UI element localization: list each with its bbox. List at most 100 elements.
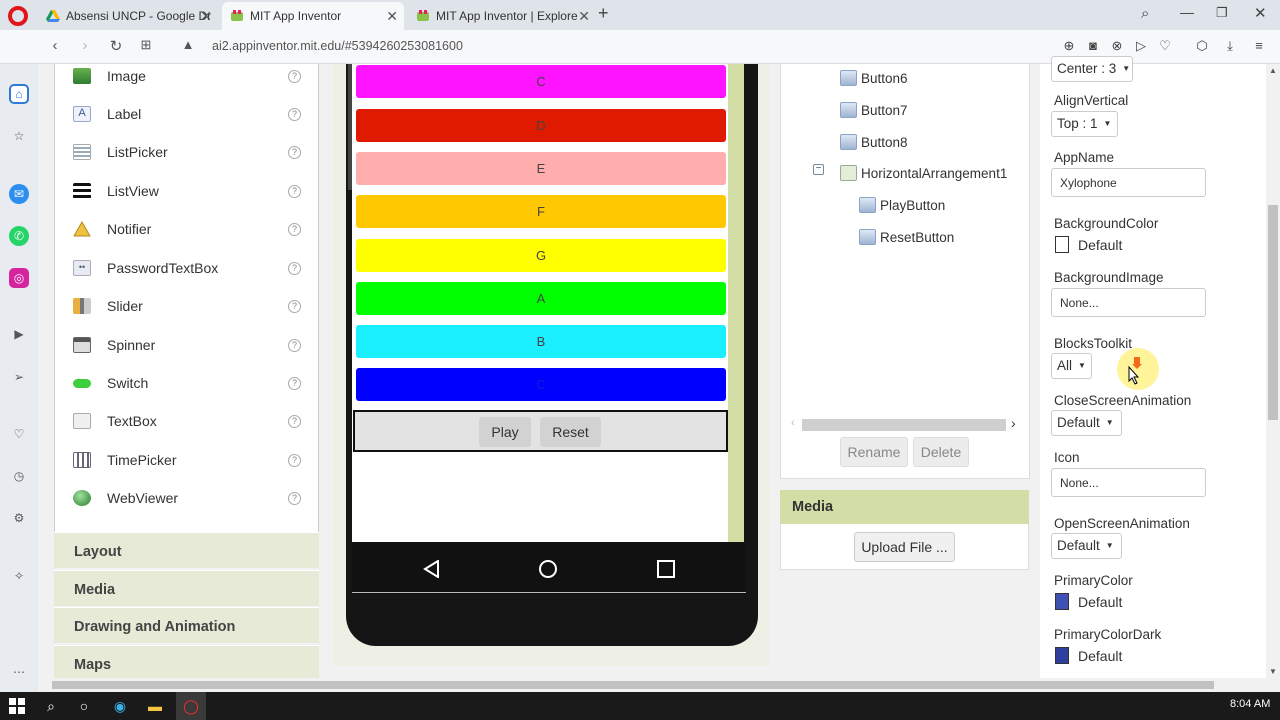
edge-icon[interactable]: ◉ [111,697,129,715]
player-icon[interactable]: ▶ [9,324,29,344]
palette-item-spinner[interactable]: Spinner ? [55,326,320,364]
scroll-up-icon[interactable]: ▲ [1269,66,1277,75]
vertical-scroll-thumb[interactable] [1268,205,1278,420]
tree-item-resetbutton[interactable]: ResetButton [859,229,954,245]
opera-logo-icon[interactable] [8,6,28,26]
help-icon[interactable]: ? [288,69,301,83]
help-icon[interactable]: ? [288,491,301,505]
snapshot-icon[interactable]: ◙ [1085,38,1101,54]
note-button-f[interactable]: F [356,195,726,228]
tree-item-button7[interactable]: Button7 [840,102,908,118]
opera-taskbar-icon[interactable]: ◯ [182,697,200,715]
tips-bulb-icon[interactable]: ✧ [9,566,29,586]
help-icon[interactable]: ? [288,414,301,428]
reset-button[interactable]: Reset [540,417,601,447]
close-tab-icon[interactable]: ✕ [386,8,398,25]
tree-item-button6[interactable]: Button6 [840,70,908,86]
palette-category-layout[interactable]: Layout [54,532,319,568]
note-button-high-c[interactable]: C [356,368,726,401]
primary-color-dark-picker[interactable]: Default [1055,647,1122,664]
android-recents-icon[interactable] [657,560,675,578]
file-explorer-icon[interactable]: ▬ [146,697,164,715]
search-tabs-icon[interactable]: ⌕ [1141,5,1149,22]
url-field[interactable]: ai2.appinventor.mit.edu/#539426025308160… [212,39,463,53]
flow-send-icon[interactable]: ➢ [9,367,29,387]
bookmarks-heart-icon[interactable]: ♡ [9,424,29,444]
help-icon[interactable]: ? [288,261,301,275]
forward-icon[interactable]: › [75,37,95,54]
menu-icon[interactable]: ≡ [1251,38,1267,54]
tree-item-button8[interactable]: Button8 [840,134,908,150]
icon-field[interactable]: None... [1051,468,1206,497]
speed-dial-sidebar-icon[interactable]: ☆ [9,126,29,146]
upload-file-button[interactable]: Upload File ... [854,532,955,562]
more-dots-icon[interactable]: ⋯ [9,662,29,682]
palette-item-textbox[interactable]: TextBox ? [55,402,320,440]
palette-category-maps[interactable]: Maps [54,645,319,678]
note-button-c[interactable]: C [356,65,726,98]
close-tab-icon[interactable]: ✕ [200,8,212,25]
scroll-left-icon[interactable]: ‹ [791,417,795,429]
app-name-field[interactable]: Xylophone [1051,168,1206,197]
search-icon[interactable]: ⌕ [42,697,60,715]
help-icon[interactable]: ? [288,453,301,467]
palette-item-label[interactable]: A Label ? [55,95,320,133]
reload-icon[interactable]: ↻ [106,37,126,55]
horizontal-scroll-thumb[interactable] [52,681,1214,689]
minimize-icon[interactable]: — [1180,4,1194,20]
palette-item-listpicker[interactable]: ListPicker ? [55,133,320,171]
palette-item-passwordtextbox[interactable]: •• PasswordTextBox ? [55,249,320,287]
warning-icon[interactable]: ▲ [178,37,198,52]
restore-icon[interactable]: ❐ [1216,5,1228,21]
bookmark-heart-icon[interactable]: ♡ [1157,38,1173,54]
palette-item-switch[interactable]: Switch ? [55,364,320,402]
tree-horizontal-scrollbar[interactable] [802,419,1006,431]
help-icon[interactable]: ? [288,299,301,313]
palette-item-timepicker[interactable]: TimePicker ? [55,441,320,479]
windows-start-icon[interactable] [8,697,26,715]
blocks-toolkit-dropdown[interactable]: All ▼ [1051,353,1092,379]
help-icon[interactable]: ? [288,222,301,236]
speed-dial-icon[interactable]: ⊞ [136,37,156,53]
home-icon[interactable]: ⌂ [9,84,29,104]
palette-item-webviewer[interactable]: WebViewer ? [55,479,320,517]
primary-color-picker[interactable]: Default [1055,593,1122,610]
close-animation-dropdown[interactable]: Default ▼ [1051,410,1122,436]
tab-explore[interactable]: MIT App Inventor | Explore ✕ [408,2,596,30]
scroll-right-icon[interactable]: › [1011,415,1016,431]
palette-item-slider[interactable]: Slider ? [55,287,320,325]
instagram-icon[interactable]: ◎ [9,268,29,288]
tab-absensi[interactable]: Absensi UNCP - Google Dr ✕ [38,2,218,30]
android-back-icon[interactable] [423,560,441,578]
close-tab-icon[interactable]: ✕ [578,8,590,25]
palette-category-drawing[interactable]: Drawing and Animation [54,607,319,643]
close-window-icon[interactable]: ✕ [1254,4,1267,22]
help-icon[interactable]: ? [288,184,301,198]
download-icon[interactable]: ⤓ [1222,38,1238,54]
palette-category-media[interactable]: Media [54,570,319,606]
tree-item-horizontal-arrangement[interactable]: HorizontalArrangement1 [840,165,1007,181]
note-button-e[interactable]: E [356,152,726,185]
messenger-icon[interactable]: ✉ [9,184,29,204]
collapse-icon[interactable]: − [813,164,824,175]
new-tab-button[interactable]: + [598,3,609,24]
android-home-icon[interactable] [539,560,557,578]
scroll-down-icon[interactable]: ▼ [1269,667,1277,676]
align-horizontal-dropdown[interactable]: Center : 3 ▼ [1051,56,1133,82]
palette-item-listview[interactable]: ListView ? [55,172,320,210]
note-button-a[interactable]: A [356,282,726,315]
background-image-field[interactable]: None... [1051,288,1206,317]
tab-mit-app-inventor[interactable]: MIT App Inventor ✕ [222,2,404,30]
zoom-icon[interactable]: ⊕ [1061,38,1077,54]
note-button-g[interactable]: G [356,239,726,272]
open-animation-dropdown[interactable]: Default ▼ [1051,533,1122,559]
send-icon[interactable]: ▷ [1133,38,1149,54]
rename-button[interactable]: Rename [840,437,908,467]
background-color-picker[interactable]: Default [1055,236,1122,253]
back-icon[interactable]: ‹ [45,37,65,54]
task-view-icon[interactable]: ○ [75,697,93,715]
play-button[interactable]: Play [479,417,531,447]
help-icon[interactable]: ? [288,107,301,121]
note-button-b[interactable]: B [356,325,726,358]
tree-item-playbutton[interactable]: PlayButton [859,197,945,213]
